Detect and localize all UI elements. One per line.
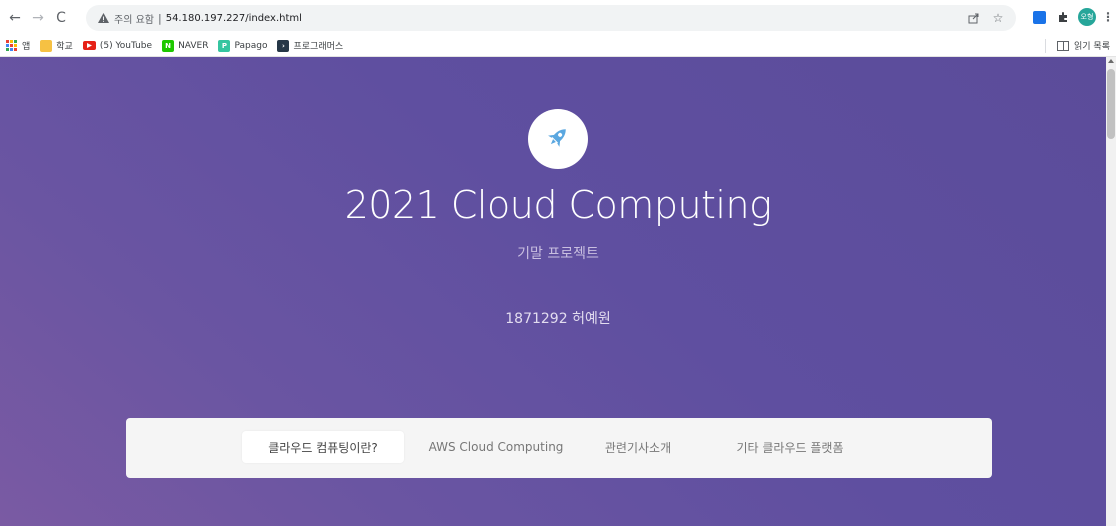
page-scrollbar[interactable] bbox=[1106, 57, 1116, 526]
menu-kebab-icon[interactable]: ⋮ bbox=[1102, 10, 1114, 24]
rocket-icon bbox=[545, 124, 571, 154]
bookmark-label: (5) YouTube bbox=[99, 40, 153, 51]
bookmark-apps[interactable]: 앱 bbox=[6, 39, 30, 52]
scroll-thumb[interactable] bbox=[1107, 69, 1115, 139]
address-separator: | bbox=[157, 11, 162, 25]
bookmark-naver[interactable]: N NAVER bbox=[162, 39, 209, 52]
tab-aws-cloud-computing[interactable]: AWS Cloud Computing bbox=[424, 431, 568, 463]
page-subtitle: 기말 프로젝트 bbox=[517, 246, 599, 262]
page-title: 2021 Cloud Computing bbox=[344, 183, 772, 227]
security-status-label[interactable]: 주의 요함 bbox=[114, 11, 154, 26]
bookmark-label: 앱 bbox=[22, 42, 31, 52]
reload-icon: C bbox=[56, 10, 66, 26]
folder-icon bbox=[40, 39, 53, 52]
bookmarks-divider bbox=[1045, 39, 1046, 53]
bookmark-school[interactable]: 학교 bbox=[40, 39, 73, 52]
bookmark-youtube[interactable]: (5) YouTube bbox=[82, 40, 153, 51]
back-arrow-icon: ← bbox=[9, 10, 21, 26]
naver-icon: N bbox=[162, 39, 175, 52]
tab-what-is-cloud-computing[interactable]: 클라우드 컴퓨팅이란? bbox=[242, 431, 404, 463]
puzzle-extensions-icon[interactable] bbox=[1054, 8, 1072, 26]
share-icon[interactable] bbox=[966, 10, 982, 26]
author-label: 1871292 허예원 bbox=[505, 311, 611, 327]
reading-list-button[interactable]: 읽기 목록 bbox=[1057, 39, 1110, 52]
bookmark-label: 학교 bbox=[56, 42, 73, 52]
bookmark-programmers[interactable]: › 프로그래머스 bbox=[277, 39, 343, 52]
bookmark-label: Papago bbox=[234, 40, 268, 51]
forward-arrow-icon: → bbox=[32, 10, 44, 26]
section-nav: 클라우드 컴퓨팅이란? AWS Cloud Computing 관련기사소개 기… bbox=[126, 418, 992, 478]
bookmark-label: NAVER bbox=[178, 40, 209, 51]
profile-avatar[interactable]: 오형 bbox=[1078, 8, 1096, 26]
back-button[interactable]: ← bbox=[4, 7, 26, 29]
tab-related-articles[interactable]: 관련기사소개 bbox=[588, 431, 688, 463]
reload-button[interactable]: C bbox=[50, 7, 72, 29]
logo-circle bbox=[528, 109, 588, 169]
youtube-icon bbox=[82, 41, 96, 50]
warning-triangle-icon[interactable] bbox=[96, 11, 110, 25]
extensions-area: 오형 ⋮ bbox=[1030, 8, 1114, 26]
bookmark-papago[interactable]: P Papago bbox=[218, 39, 268, 52]
bookmark-label: 프로그래머스 bbox=[293, 42, 344, 52]
forward-button[interactable]: → bbox=[27, 7, 49, 29]
extension-icon[interactable] bbox=[1030, 8, 1048, 26]
apps-grid-icon bbox=[6, 39, 18, 52]
address-bar[interactable]: 주의 요함 | 54.180.197.227/index.html ☆ bbox=[86, 5, 1016, 31]
tab-other-cloud-platforms[interactable]: 기타 클라우드 플랫폼 bbox=[712, 431, 868, 463]
url-text[interactable]: 54.180.197.227/index.html bbox=[166, 13, 302, 24]
bookmarks-bar: 앱 학교 (5) YouTube N NAVER P Papago › 프로그래… bbox=[0, 35, 1116, 57]
bookmark-star-icon[interactable]: ☆ bbox=[990, 10, 1006, 26]
reading-list-label: 읽기 목록 bbox=[1074, 42, 1110, 52]
papago-icon: P bbox=[218, 39, 231, 52]
browser-toolbar: ← → C 주의 요함 | 54.180.197.227/index.html … bbox=[0, 0, 1116, 35]
reading-list-icon bbox=[1057, 40, 1070, 51]
scroll-up-arrow-icon[interactable] bbox=[1108, 59, 1114, 63]
programmers-icon: › bbox=[277, 39, 290, 52]
